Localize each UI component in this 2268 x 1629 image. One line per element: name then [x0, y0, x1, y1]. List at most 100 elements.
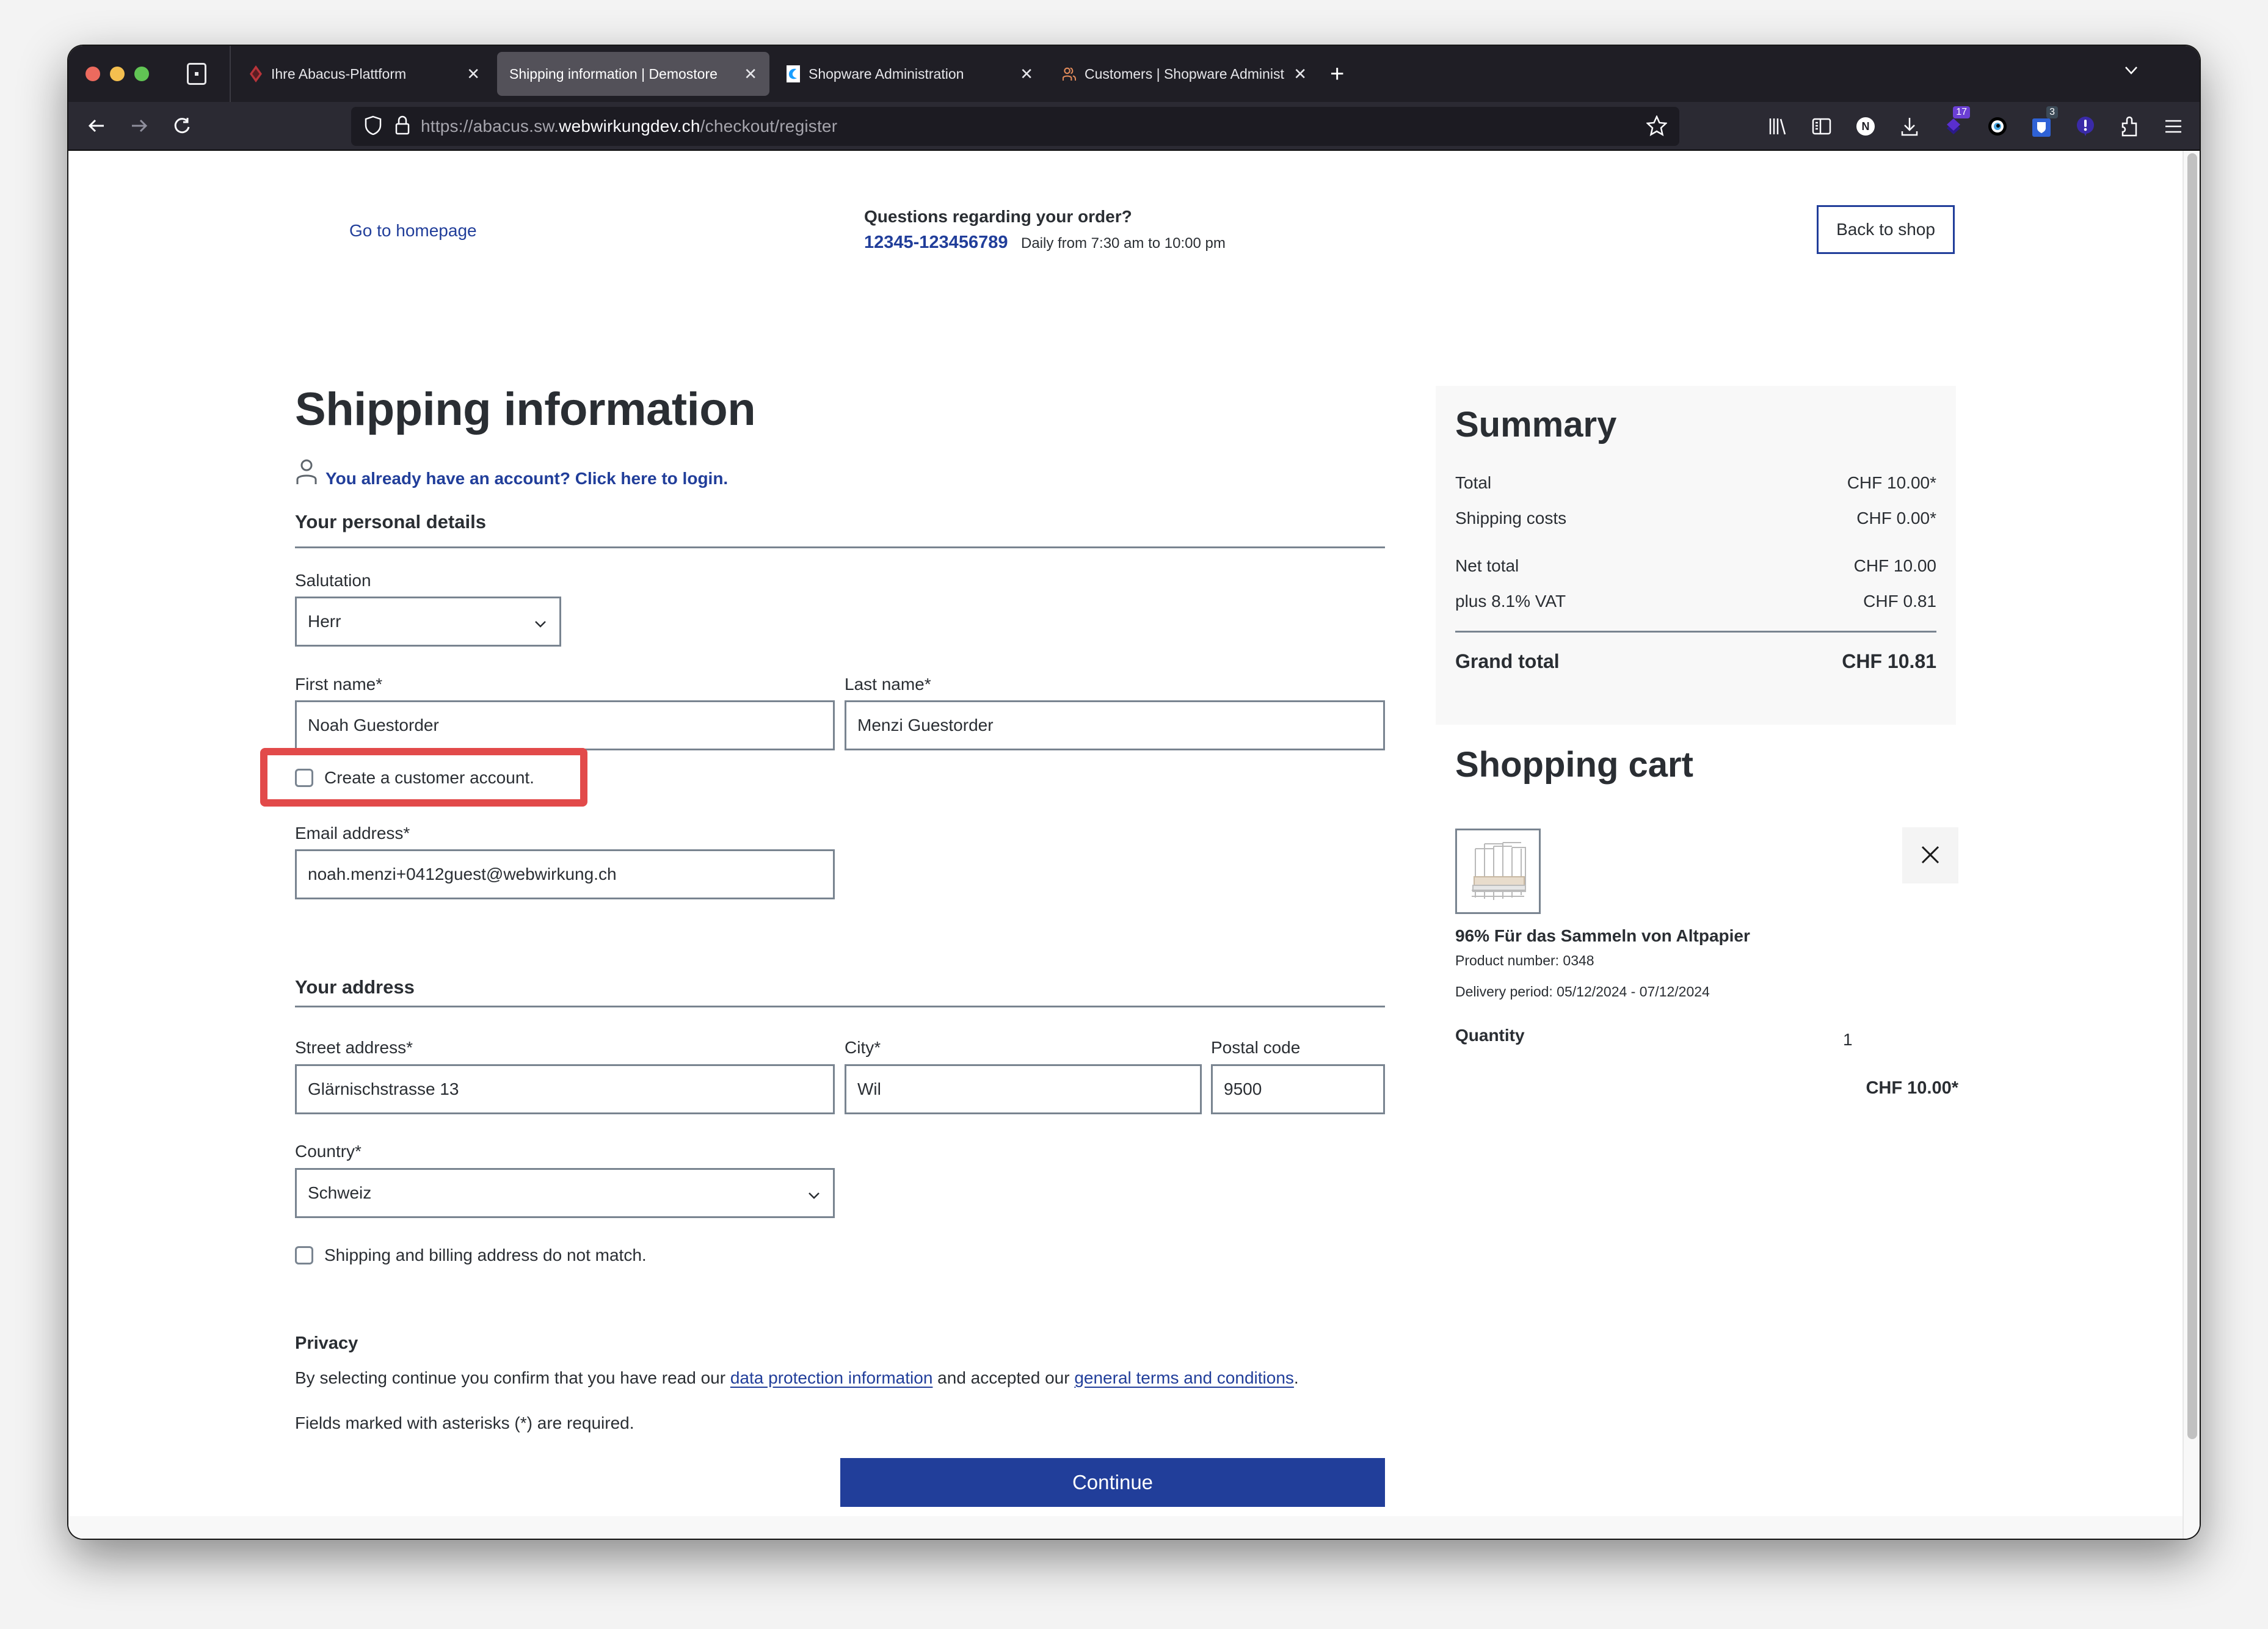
continue-button[interactable]: Continue: [840, 1458, 1385, 1507]
privacy-text-middle: and accepted our: [932, 1368, 1075, 1387]
product-image[interactable]: [1455, 829, 1541, 914]
summary-value: CHF 10.00*: [1847, 473, 1936, 492]
summary-label: plus 8.1% VAT: [1455, 592, 1566, 611]
minimize-window-button[interactable]: [110, 67, 125, 81]
email-field[interactable]: [295, 849, 835, 899]
scrollbar-thumb[interactable]: [2187, 153, 2197, 1439]
url-bar[interactable]: https://abacus.sw.webwirkungdev.ch/check…: [351, 107, 1679, 146]
first-name-field[interactable]: [295, 700, 835, 750]
eye-extension-icon[interactable]: [1983, 112, 2012, 140]
delivery-period: Delivery period: 05/12/2024 - 07/12/2024: [1455, 984, 1710, 1000]
url-text[interactable]: https://abacus.sw.webwirkungdev.ch/check…: [421, 117, 837, 136]
tab-strip: Ihre Abacus-Plattform ✕ Shipping informa…: [68, 46, 2200, 102]
tab-shopware-administration[interactable]: Shopware Administration ✕: [774, 52, 1045, 96]
url-path: /checkout/register: [700, 117, 838, 136]
page-title: Shipping information: [295, 383, 756, 435]
section-divider: [295, 546, 1385, 548]
shopware-logo-icon: [787, 65, 800, 82]
abacus-logo-icon: [249, 65, 263, 82]
alert-extension-icon[interactable]: [2071, 112, 2099, 140]
summary-row-total: Total CHF 10.00*: [1455, 473, 1936, 493]
different-billing-checkbox[interactable]: [295, 1246, 313, 1264]
tab-overview-icon[interactable]: [187, 63, 206, 85]
create-account-label[interactable]: Create a customer account.: [324, 768, 534, 788]
window-controls: [85, 67, 149, 81]
terms-link[interactable]: general terms and conditions: [1074, 1368, 1294, 1387]
bookmark-star-icon[interactable]: [1646, 114, 1668, 139]
privacy-heading: Privacy: [295, 1333, 358, 1353]
extensions-puzzle-icon[interactable]: [2115, 112, 2143, 140]
postal-code-input[interactable]: [1224, 1079, 1372, 1099]
line-item-price: CHF 10.00*: [1866, 1078, 1958, 1098]
new-tab-button[interactable]: +: [1330, 60, 1344, 88]
list-all-tabs-icon[interactable]: [2124, 63, 2139, 78]
page-content: Go to homepage Questions regarding your …: [68, 151, 2183, 1539]
different-billing-checkbox-row: Shipping and billing address do not matc…: [295, 1246, 647, 1265]
product-name[interactable]: 96% Für das Sammeln von Altpapier: [1455, 926, 1750, 946]
remove-item-button[interactable]: [1902, 827, 1958, 883]
library-icon[interactable]: [1764, 112, 1792, 140]
street-field[interactable]: [295, 1064, 835, 1114]
city-field[interactable]: [845, 1064, 1202, 1114]
tab-abacus[interactable]: Ihre Abacus-Plattform ✕: [237, 52, 492, 96]
tracking-protection-shield-icon[interactable]: [365, 115, 382, 138]
last-name-label: Last name*: [845, 675, 931, 694]
data-protection-link[interactable]: data protection information: [730, 1368, 933, 1387]
reload-button[interactable]: [167, 111, 197, 140]
menu-hamburger-icon[interactable]: [2159, 112, 2187, 140]
svg-text:N: N: [1862, 120, 1870, 132]
sidebar-icon[interactable]: [1808, 112, 1836, 140]
first-name-input[interactable]: [308, 716, 822, 735]
salutation-value: Herr: [308, 612, 341, 631]
downloads-icon[interactable]: [1895, 112, 1924, 140]
country-select[interactable]: Schweiz: [295, 1168, 835, 1218]
back-button[interactable]: [82, 111, 111, 140]
first-name-label: First name*: [295, 675, 383, 694]
salutation-select[interactable]: Herr: [295, 597, 561, 647]
required-fields-note: Fields marked with asterisks (*) are req…: [295, 1413, 634, 1432]
close-tab-icon[interactable]: ✕: [1293, 65, 1307, 84]
customers-icon: [1063, 65, 1076, 82]
tab-shipping-information[interactable]: Shipping information | Demostore ✕: [497, 52, 769, 96]
phone-link[interactable]: 12345-123456789: [864, 233, 1008, 253]
close-tab-icon[interactable]: ✕: [744, 65, 757, 84]
email-label: Email address*: [295, 824, 410, 843]
last-name-input[interactable]: [857, 716, 1372, 735]
bitwarden-extension-icon[interactable]: 3: [2027, 106, 2058, 140]
forward-button[interactable]: [125, 111, 154, 140]
vertical-scrollbar[interactable]: [2183, 151, 2200, 1539]
lock-icon[interactable]: [395, 115, 410, 138]
stacked-extension-icon[interactable]: 17: [1939, 106, 1970, 140]
summary-value: CHF 10.00: [1853, 556, 1936, 575]
email-input[interactable]: [308, 865, 822, 884]
last-name-field[interactable]: [845, 700, 1385, 750]
go-to-homepage-link[interactable]: Go to homepage: [349, 221, 477, 241]
quantity-label: Quantity: [1455, 1026, 1525, 1045]
close-window-button[interactable]: [85, 67, 100, 81]
country-label: Country*: [295, 1142, 362, 1161]
url-domain: webwirkungdev.ch: [559, 117, 700, 136]
page-footer: [68, 1516, 2183, 1539]
postal-code-field[interactable]: [1211, 1064, 1385, 1114]
tab-customers[interactable]: Customers | Shopware Administ ✕: [1050, 52, 1319, 96]
country-value: Schweiz: [308, 1183, 372, 1202]
tab-title: Ihre Abacus-Plattform: [271, 65, 407, 82]
summary-row-net-total: Net total CHF 10.00: [1455, 556, 1936, 576]
login-prompt: You already have an account? Click here …: [295, 459, 728, 488]
quantity-value: 1: [1843, 1030, 1853, 1049]
back-to-shop-button[interactable]: Back to shop: [1817, 205, 1955, 254]
summary-panel: Summary Total CHF 10.00* Shipping costs …: [1436, 386, 1956, 725]
close-tab-icon[interactable]: ✕: [467, 65, 480, 84]
close-tab-icon[interactable]: ✕: [1020, 65, 1033, 84]
create-account-checkbox[interactable]: [295, 769, 313, 787]
street-input[interactable]: [308, 1079, 822, 1099]
different-billing-label[interactable]: Shipping and billing address do not matc…: [324, 1246, 647, 1265]
section-divider: [295, 1006, 1385, 1007]
browser-window: Ihre Abacus-Plattform ✕ Shipping informa…: [68, 46, 2200, 1539]
notion-extension-icon[interactable]: N: [1852, 112, 1880, 140]
questions-title: Questions regarding your order?: [864, 207, 1132, 226]
zoom-window-button[interactable]: [134, 67, 149, 81]
summary-row-shipping: Shipping costs CHF 0.00*: [1455, 509, 1936, 528]
city-input[interactable]: [857, 1079, 1189, 1099]
login-link[interactable]: You already have an account? Click here …: [325, 469, 728, 488]
